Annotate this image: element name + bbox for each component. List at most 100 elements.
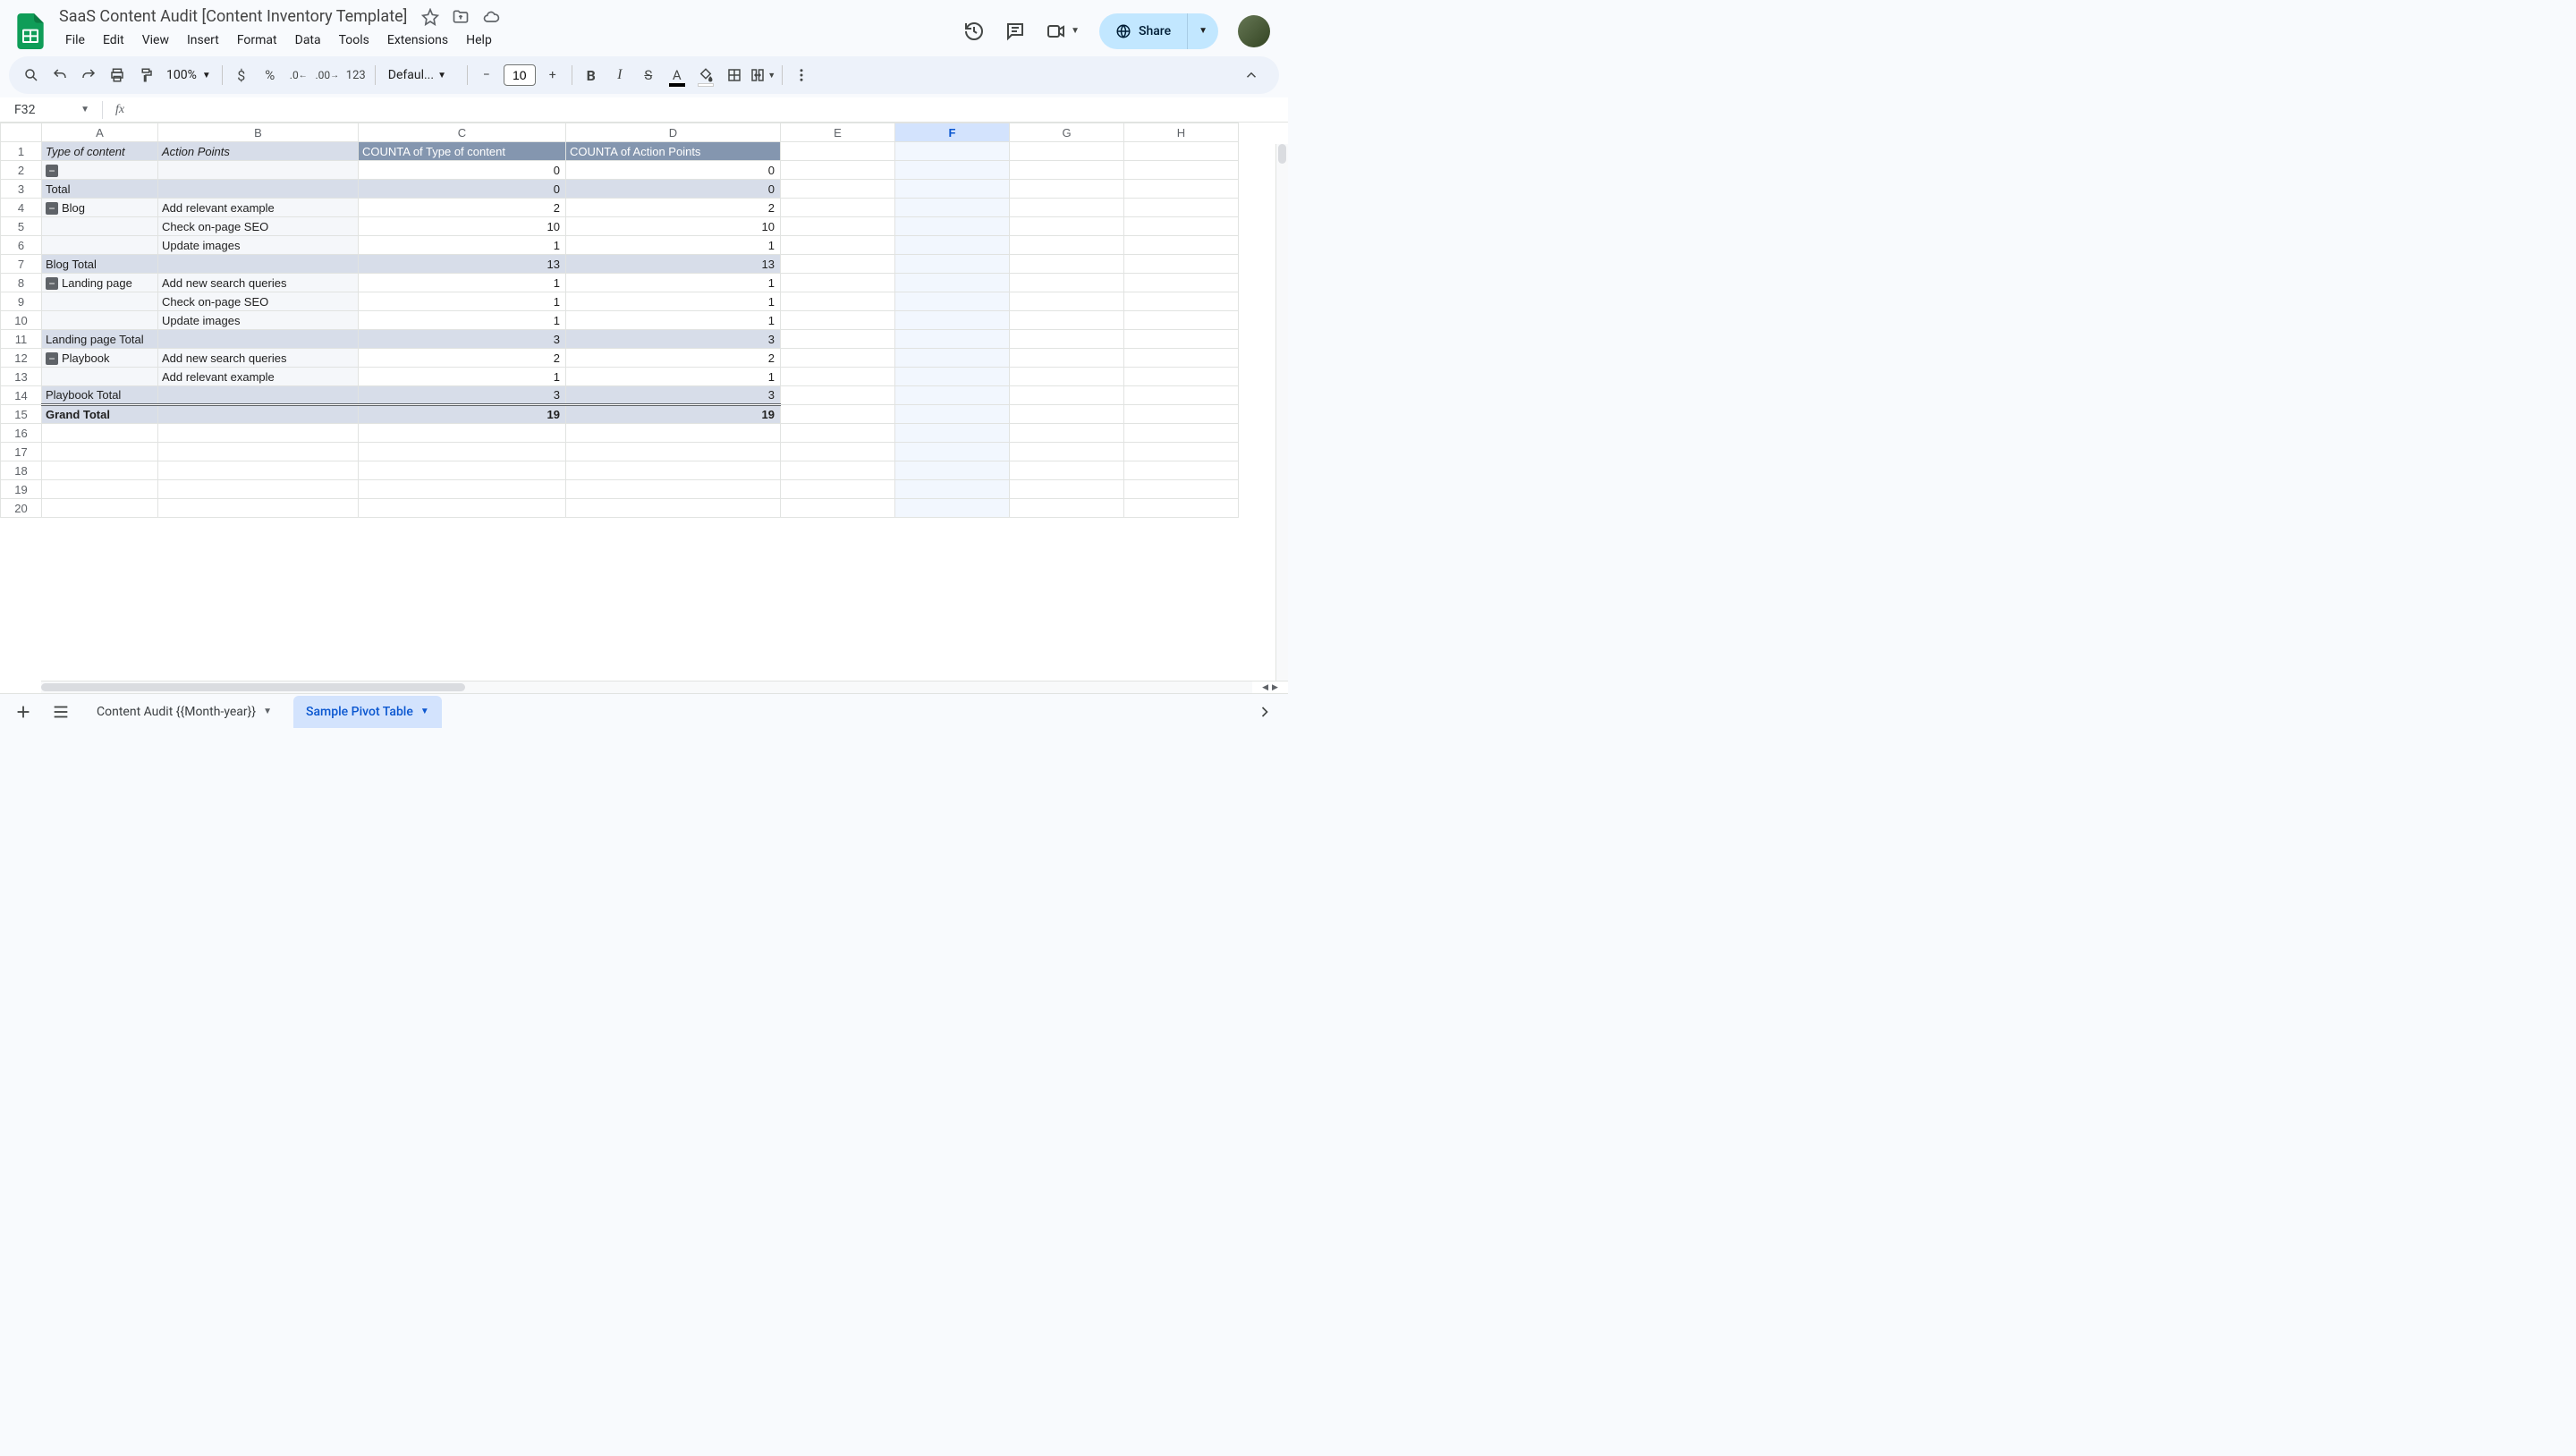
cell-A6[interactable] [42, 236, 158, 255]
menu-extensions[interactable]: Extensions [379, 30, 456, 51]
decrease-decimal-icon[interactable]: .0← [285, 62, 312, 89]
cell-F7[interactable] [895, 255, 1010, 274]
pivot-collapse-icon[interactable]: − [46, 165, 58, 177]
cell-G4[interactable] [1010, 199, 1124, 217]
col-header-H[interactable]: H [1124, 123, 1239, 142]
sheet-tab-sample-pivot[interactable]: Sample Pivot Table▼ [293, 696, 442, 728]
cell-G12[interactable] [1010, 349, 1124, 368]
menu-edit[interactable]: Edit [95, 30, 132, 51]
menu-data[interactable]: Data [287, 30, 329, 51]
cell-A7[interactable]: Blog Total [42, 255, 158, 274]
cell-E20[interactable] [781, 499, 895, 518]
cell-H18[interactable] [1124, 461, 1239, 480]
cell-C12[interactable]: 2 [359, 349, 566, 368]
cell-A5[interactable] [42, 217, 158, 236]
col-header-E[interactable]: E [781, 123, 895, 142]
cell-B15[interactable] [158, 405, 359, 424]
cell-G7[interactable] [1010, 255, 1124, 274]
cell-B18[interactable] [158, 461, 359, 480]
cell-F11[interactable] [895, 330, 1010, 349]
cell-C17[interactable] [359, 443, 566, 461]
redo-icon[interactable] [75, 62, 102, 89]
cell-D19[interactable] [566, 480, 781, 499]
zoom-select[interactable]: 100%▼ [161, 68, 216, 82]
formula-input[interactable] [131, 97, 1288, 122]
row-header-14[interactable]: 14 [1, 386, 42, 405]
row-header-9[interactable]: 9 [1, 292, 42, 311]
col-header-G[interactable]: G [1010, 123, 1124, 142]
star-icon[interactable] [421, 8, 439, 26]
cell-C10[interactable]: 1 [359, 311, 566, 330]
cell-C7[interactable]: 13 [359, 255, 566, 274]
cell-C6[interactable]: 1 [359, 236, 566, 255]
cell-A8[interactable]: −Landing page [42, 274, 158, 292]
more-formats-icon[interactable]: 123 [343, 62, 369, 89]
row-header-17[interactable]: 17 [1, 443, 42, 461]
cell-F1[interactable] [895, 142, 1010, 161]
cell-A11[interactable]: Landing page Total [42, 330, 158, 349]
row-header-7[interactable]: 7 [1, 255, 42, 274]
currency-icon[interactable]: $ [228, 62, 255, 89]
cell-F9[interactable] [895, 292, 1010, 311]
cell-B17[interactable] [158, 443, 359, 461]
cell-C3[interactable]: 0 [359, 180, 566, 199]
cell-A3[interactable]: Total [42, 180, 158, 199]
cell-D11[interactable]: 3 [566, 330, 781, 349]
cell-A10[interactable] [42, 311, 158, 330]
cell-D12[interactable]: 2 [566, 349, 781, 368]
cell-B6[interactable]: Update images [158, 236, 359, 255]
cell-E10[interactable] [781, 311, 895, 330]
cell-C9[interactable]: 1 [359, 292, 566, 311]
cell-B5[interactable]: Check on-page SEO [158, 217, 359, 236]
row-header-11[interactable]: 11 [1, 330, 42, 349]
menu-tools[interactable]: Tools [331, 30, 377, 51]
cell-A17[interactable] [42, 443, 158, 461]
cell-A2[interactable]: − [42, 161, 158, 180]
cell-B12[interactable]: Add new search queries [158, 349, 359, 368]
cell-A16[interactable] [42, 424, 158, 443]
cell-B8[interactable]: Add new search queries [158, 274, 359, 292]
cell-C20[interactable] [359, 499, 566, 518]
scroll-nav[interactable]: ◀▶ [1252, 681, 1288, 693]
cell-B20[interactable] [158, 499, 359, 518]
row-header-20[interactable]: 20 [1, 499, 42, 518]
col-header-F[interactable]: F [895, 123, 1010, 142]
cell-H7[interactable] [1124, 255, 1239, 274]
all-sheets-button[interactable] [47, 698, 75, 726]
doc-title[interactable]: SaaS Content Audit [Content Inventory Te… [54, 5, 412, 28]
add-sheet-button[interactable] [9, 698, 38, 726]
row-header-19[interactable]: 19 [1, 480, 42, 499]
row-header-2[interactable]: 2 [1, 161, 42, 180]
cell-E15[interactable] [781, 405, 895, 424]
cell-E19[interactable] [781, 480, 895, 499]
cell-B19[interactable] [158, 480, 359, 499]
col-header-A[interactable]: A [42, 123, 158, 142]
cell-G20[interactable] [1010, 499, 1124, 518]
row-header-1[interactable]: 1 [1, 142, 42, 161]
cell-A20[interactable] [42, 499, 158, 518]
cell-F4[interactable] [895, 199, 1010, 217]
cell-D17[interactable] [566, 443, 781, 461]
cell-E3[interactable] [781, 180, 895, 199]
undo-icon[interactable] [47, 62, 73, 89]
cell-D7[interactable]: 13 [566, 255, 781, 274]
cell-B7[interactable] [158, 255, 359, 274]
cell-G13[interactable] [1010, 368, 1124, 386]
cell-D10[interactable]: 1 [566, 311, 781, 330]
cell-C16[interactable] [359, 424, 566, 443]
cell-D6[interactable]: 1 [566, 236, 781, 255]
cell-A4[interactable]: −Blog [42, 199, 158, 217]
col-header-C[interactable]: C [359, 123, 566, 142]
cell-E9[interactable] [781, 292, 895, 311]
merge-cells-icon[interactable]: ▼ [750, 62, 776, 89]
cell-G10[interactable] [1010, 311, 1124, 330]
cell-B14[interactable] [158, 386, 359, 405]
increase-font-size-icon[interactable]: + [539, 62, 566, 89]
explore-button[interactable] [1250, 698, 1279, 726]
bold-icon[interactable]: B [578, 62, 605, 89]
row-header-12[interactable]: 12 [1, 349, 42, 368]
cell-F12[interactable] [895, 349, 1010, 368]
cell-C4[interactable]: 2 [359, 199, 566, 217]
comments-icon[interactable] [1004, 21, 1026, 42]
italic-icon[interactable]: I [606, 62, 633, 89]
